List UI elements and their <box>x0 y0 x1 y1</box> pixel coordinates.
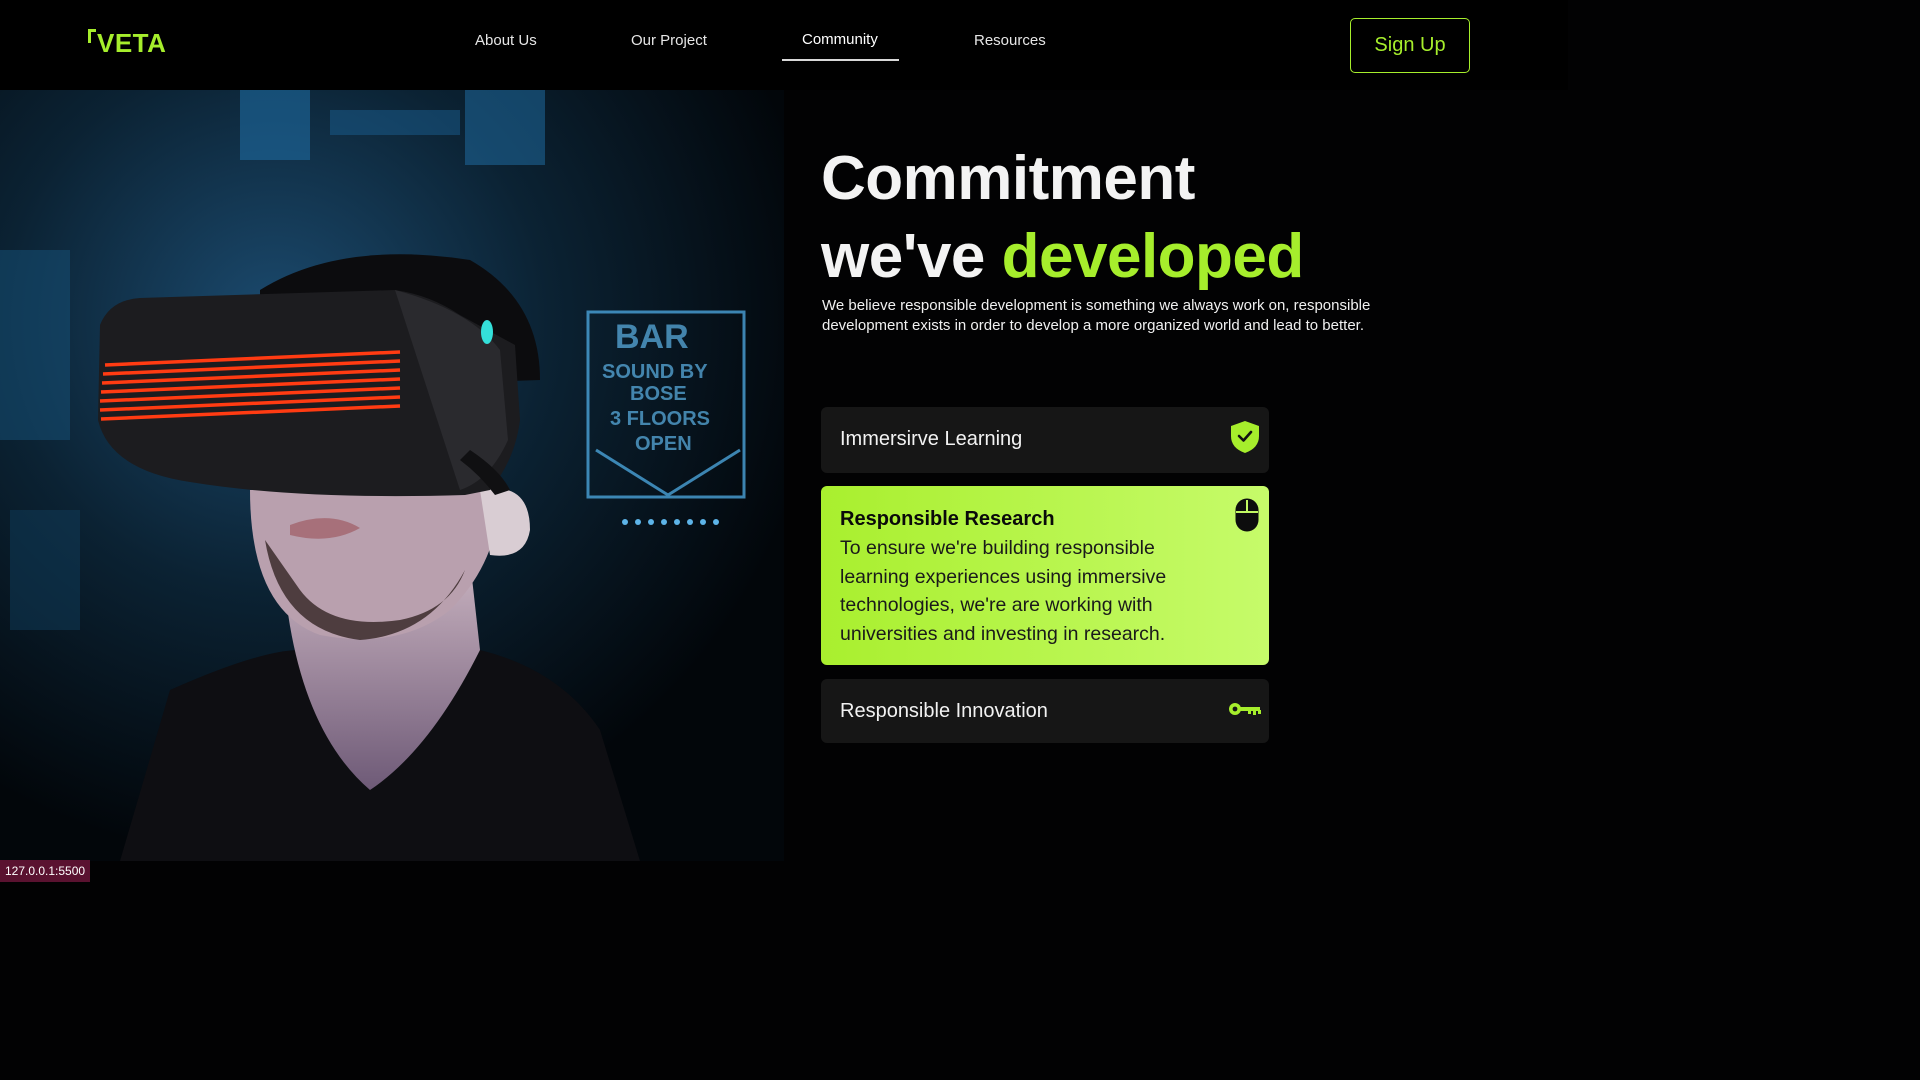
card-responsible-research[interactable]: Responsible Research To ensure we're bui… <box>821 486 1269 665</box>
nav-link-community[interactable]: Community <box>802 31 878 48</box>
active-nav-underline <box>782 59 899 61</box>
svg-text:BAR: BAR <box>615 318 689 356</box>
page-headline: Commitment we've developed <box>821 140 1304 296</box>
card-title: Immersirve Learning <box>840 428 1023 450</box>
svg-text:BOSE: BOSE <box>630 383 687 405</box>
url-status-bar: 127.0.0.1:5500 <box>0 860 90 882</box>
mouse-icon <box>1234 497 1260 538</box>
svg-text:3 FLOORS: 3 FLOORS <box>610 408 710 430</box>
svg-text:SOUND BY: SOUND BY <box>602 361 708 383</box>
key-icon <box>1228 700 1262 723</box>
sign-up-button[interactable]: Sign Up <box>1350 18 1470 73</box>
intro-paragraph: We believe responsible development is so… <box>822 297 1371 334</box>
nav-link-resources[interactable]: Resources <box>974 32 1046 49</box>
headline-line2-plain: we've <box>821 222 1002 291</box>
nav-link-our-project[interactable]: Our Project <box>631 32 707 49</box>
svg-text:OPEN: OPEN <box>635 433 692 455</box>
card-immersive-learning[interactable]: Immersirve Learning <box>821 407 1269 473</box>
card-title: Responsible Research <box>840 508 1055 530</box>
card-description: To ensure we're building responsible lea… <box>840 537 1167 645</box>
headline-accent: developed <box>1001 222 1305 291</box>
top-navbar: VETA About Us Our Project Community Reso… <box>0 0 1568 90</box>
nav-links: About Us Our Project Community Resources <box>0 31 1568 62</box>
nav-link-about-us[interactable]: About Us <box>475 32 537 49</box>
shield-check-icon <box>1229 420 1261 459</box>
headline-line1: Commitment <box>821 144 1195 213</box>
card-title: Responsible Innovation <box>840 700 1048 722</box>
hero-image: BAR SOUND BY BOSE 3 FLOORS OPEN <box>0 90 784 861</box>
card-responsible-innovation[interactable]: Responsible Innovation <box>821 679 1269 743</box>
vr-headset-person-photo-icon: BAR SOUND BY BOSE 3 FLOORS OPEN <box>0 90 784 861</box>
